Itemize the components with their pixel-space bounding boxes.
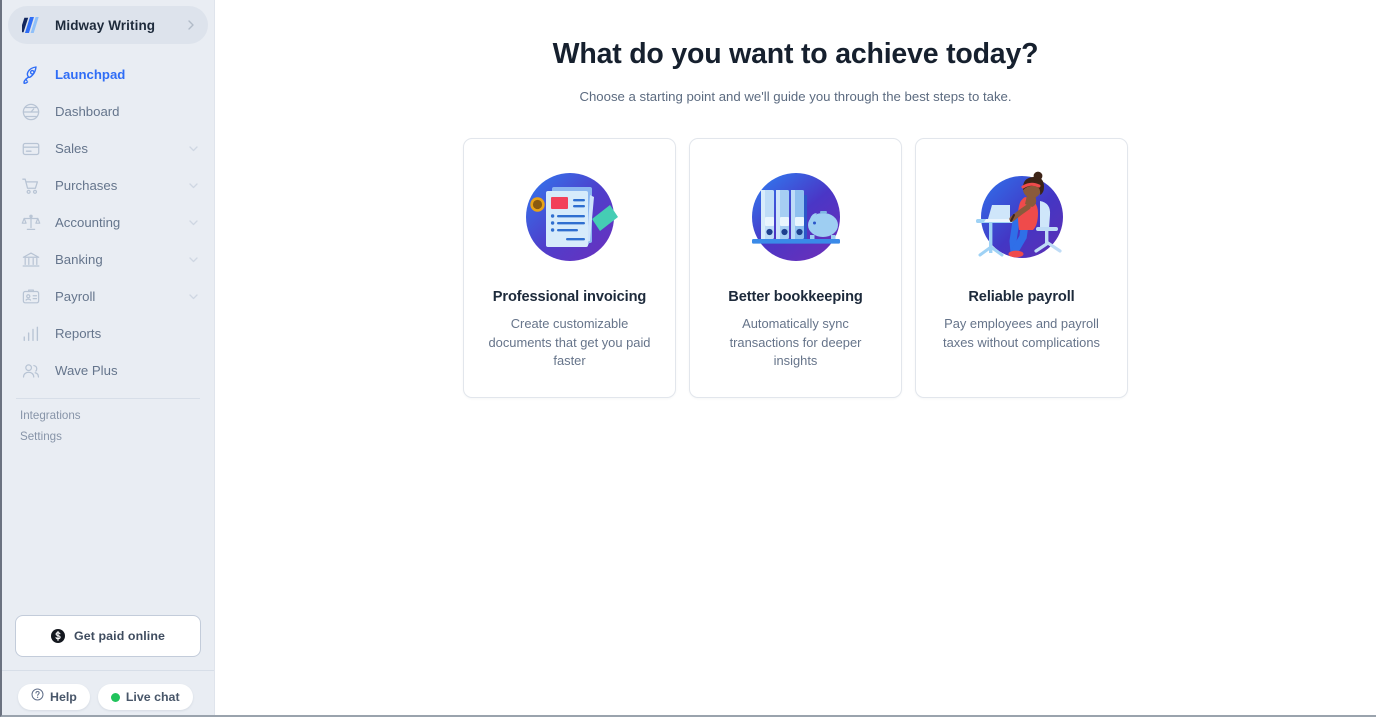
app-window: Midway Writing Launchpad Dashboard Sales… [0,0,1376,717]
chevron-down-icon[interactable] [187,253,200,266]
bar-chart-icon [20,323,41,344]
chevron-right-icon [184,18,198,32]
launchpad-card-grid: Professional invoicing Create customizab… [463,138,1128,398]
dashboard-icon [20,101,41,122]
workspace-name: Midway Writing [55,17,156,33]
card-title: Professional invoicing [492,289,647,305]
sidebar-nav: Launchpad Dashboard Sales Purchases Acco… [2,56,214,389]
sidebar-footer: Help Live chat [2,671,214,715]
get-paid-online-wrap: Get paid online [2,615,214,657]
sidebar-item-label: Banking [55,252,103,267]
person-at-desk-illustration [970,165,1074,269]
help-label: Help [50,690,77,704]
sidebar-item-label: Reports [55,326,102,341]
sidebar-item-payroll[interactable]: Payroll [2,278,214,315]
dollar-coin-icon [51,629,65,643]
chevron-down-icon[interactable] [187,179,200,192]
sidebar-item-wave-plus[interactable]: Wave Plus [2,352,214,389]
sidebar-item-label: Sales [55,141,88,156]
card-professional-invoicing[interactable]: Professional invoicing Create customizab… [463,138,676,398]
bank-icon [20,249,41,270]
status-dot-icon [110,692,120,702]
sidebar-item-banking[interactable]: Banking [2,241,214,278]
card-description: Create customizable documents that get y… [488,316,651,369]
sidebar-item-integrations[interactable]: Integrations [2,405,214,426]
workspace-switcher[interactable]: Midway Writing [8,6,208,44]
card-description: Automatically sync transactions for deep… [729,316,862,369]
question-circle-icon [31,688,44,706]
chevron-down-icon[interactable] [187,290,200,303]
help-button[interactable]: Help [18,684,90,710]
sidebar-item-reports[interactable]: Reports [2,315,214,352]
card-title: Reliable payroll [968,289,1075,305]
sidebar-divider [16,398,200,399]
card-reliable-payroll[interactable]: Reliable payroll Pay employees and payro… [915,138,1128,398]
card-title: Better bookkeeping [728,289,863,305]
get-paid-online-label: Get paid online [74,629,165,643]
credit-card-icon [20,138,41,159]
rocket-icon [20,64,41,85]
card-better-bookkeeping[interactable]: Better bookkeeping Automatically sync tr… [689,138,902,398]
sidebar-item-label: Payroll [55,289,96,304]
sidebar-item-purchases[interactable]: Purchases [2,167,214,204]
invoice-document-illustration [518,165,622,269]
card-description: Pay employees and payroll taxes without … [943,316,1100,350]
sidebar-item-label: Launchpad [55,67,126,82]
sidebar-item-label: Purchases [55,178,118,193]
live-chat-button[interactable]: Live chat [97,684,193,710]
scales-icon [20,212,41,233]
shopping-cart-icon [20,175,41,196]
sidebar-item-label: Accounting [55,215,121,230]
get-paid-online-button[interactable]: Get paid online [15,615,201,657]
sidebar: Midway Writing Launchpad Dashboard Sales… [2,0,215,715]
page-subtitle: Choose a starting point and we'll guide … [579,89,1012,104]
sidebar-item-label: Dashboard [55,104,120,119]
main-content: What do you want to achieve today? Choos… [215,0,1376,715]
sidebar-item-launchpad[interactable]: Launchpad [2,56,214,93]
live-chat-label: Live chat [125,690,180,704]
sidebar-item-sales[interactable]: Sales [2,130,214,167]
sidebar-item-label: Wave Plus [55,363,118,378]
chevron-down-icon[interactable] [187,142,200,155]
id-badge-icon [20,286,41,307]
sidebar-item-accounting[interactable]: Accounting [2,204,214,241]
wave-logo-icon [19,15,44,35]
binders-piggybank-illustration [744,165,848,269]
sidebar-item-dashboard[interactable]: Dashboard [2,93,214,130]
people-icon [20,360,41,381]
chevron-down-icon[interactable] [187,216,200,229]
page-title: What do you want to achieve today? [552,38,1039,70]
sidebar-item-settings[interactable]: Settings [2,426,214,447]
